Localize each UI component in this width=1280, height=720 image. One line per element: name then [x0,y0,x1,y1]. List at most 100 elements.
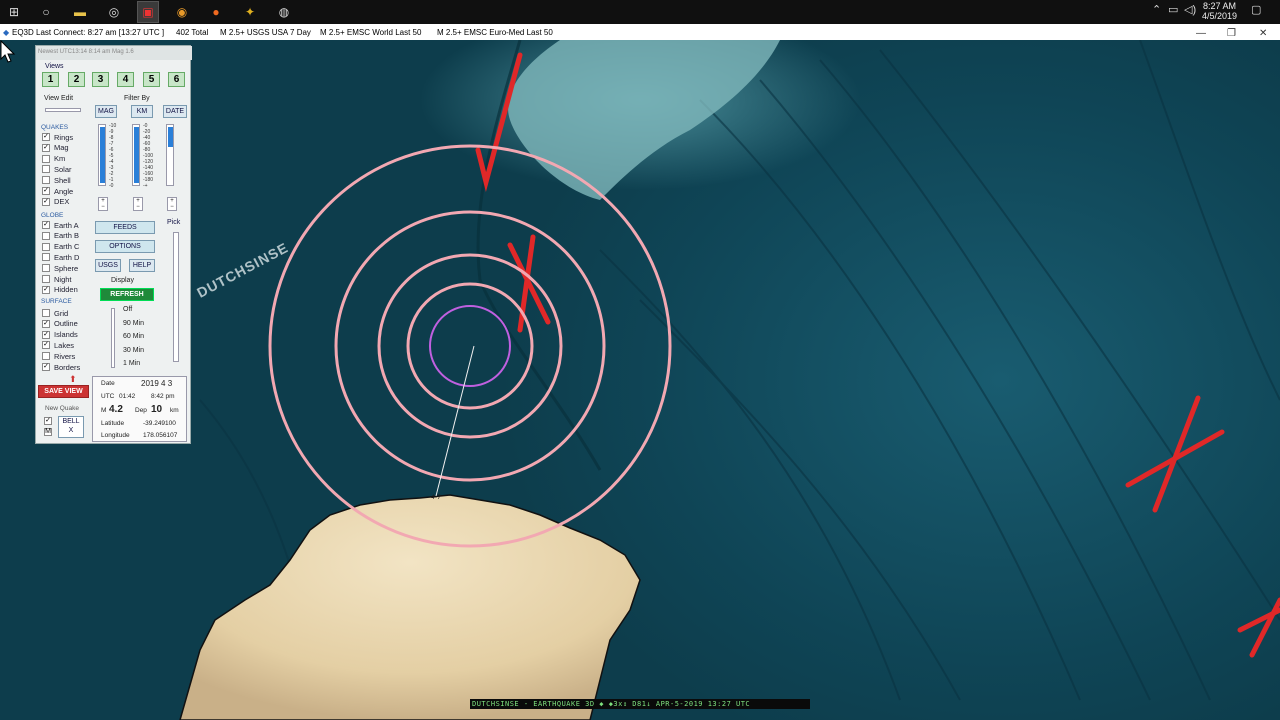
options-button[interactable]: OPTIONS [95,240,155,253]
checkbox-label: Grid [54,308,69,318]
checkbox[interactable]: ✓ [42,341,50,350]
date-filter-slider[interactable] [166,124,174,186]
checkbox[interactable]: ✓ [42,133,50,141]
close-icon[interactable]: ✕ [1259,28,1267,39]
surface-option-borders[interactable]: ✓ Borders [42,362,80,372]
feed-usgs[interactable]: M 2.5+ USGS USA 7 Day [220,28,311,37]
quakes-option-angle[interactable]: ✓ Angle [42,186,73,196]
checkbox[interactable]: ✓ [42,197,50,206]
clock[interactable]: 8:27 AM 4/5/2019 [1202,1,1237,21]
view-button-3[interactable]: 3 [92,72,109,87]
view-button-6[interactable]: 6 [168,72,185,87]
save-view-button[interactable]: SAVE VIEW [38,385,89,398]
game-icon[interactable]: ◉ [172,2,192,22]
network-icon[interactable]: ▭ [1168,3,1178,16]
surface-option-islands[interactable]: ✓ Islands [42,330,78,340]
quakes-option-shell[interactable]: Shell [42,175,71,185]
bell-button[interactable]: BELL X [58,416,84,438]
firefox-icon[interactable]: ● [206,2,226,22]
feeds-button[interactable]: FEEDS [95,221,155,234]
usgs-button[interactable]: USGS [95,259,121,272]
globe-option-sphere[interactable]: Sphere [42,263,78,273]
tool-icon[interactable]: ✦ [240,2,260,22]
globe-option-earth-d[interactable]: Earth D [42,252,79,262]
latitude-label: Latitude [101,420,125,427]
view-edit-slider[interactable] [45,108,81,112]
start-icon[interactable]: ⊞ [4,2,24,22]
globe-icon[interactable]: ◍ [274,2,294,22]
km-plus-minus[interactable]: + − [133,197,143,211]
checkbox[interactable]: ✓ [42,285,50,294]
date-value: 2019 4 3 [141,379,173,388]
globe-option-earth-c[interactable]: Earth C [42,242,79,252]
mag-filter-slider[interactable] [98,124,106,186]
globe-option-hidden[interactable]: ✓ Hidden [42,285,78,295]
quakes-option-solar[interactable]: Solar [42,164,72,174]
filter-mag-button[interactable]: MAG [95,105,117,118]
display-slider[interactable] [111,308,115,368]
filter-km-button[interactable]: KM [131,105,153,118]
surface-option-lakes[interactable]: ✓ Lakes [42,340,74,350]
view-button-2[interactable]: 2 [68,72,85,87]
display-option-3[interactable]: 30 Min [123,347,144,354]
checkbox-label: Hidden [54,285,78,295]
checkbox[interactable]: ✓ [42,363,50,371]
quakes-option-km[interactable]: Km [42,154,65,164]
file-explorer-icon[interactable]: ▬ [70,2,90,22]
checkbox[interactable]: ✓ [42,319,50,328]
help-button[interactable]: HELP [129,259,155,272]
checkbox[interactable]: ✓ [42,143,50,152]
checkbox[interactable] [42,352,50,361]
view-button-4[interactable]: 4 [117,72,134,87]
checkbox[interactable]: ✓ [42,221,50,229]
checkbox[interactable] [42,165,50,174]
filter-date-button[interactable]: DATE [163,105,187,118]
filter-by-label: Filter By [124,95,150,102]
volume-icon[interactable]: ◁) [1184,3,1196,16]
search-icon[interactable]: ○ [36,2,56,22]
minimize-icon[interactable]: — [1196,28,1206,39]
checkbox[interactable] [42,176,50,185]
refresh-button[interactable]: REFRESH [100,288,154,301]
surface-option-grid[interactable]: Grid [42,308,68,318]
app-name: EQ3D [12,28,34,37]
map-view[interactable]: 4-7 DUTCHSINSE [0,40,1280,720]
quakes-option-mag[interactable]: ✓ Mag [42,143,69,153]
view-button-5[interactable]: 5 [143,72,160,87]
chevron-up-icon[interactable]: ⌃ [1152,3,1161,16]
display-option-4[interactable]: 1 Min [123,360,140,367]
checkbox[interactable] [42,242,50,251]
checkbox[interactable] [42,253,50,262]
km-filter-slider[interactable] [132,124,140,186]
feed-emsc-world[interactable]: M 2.5+ EMSC World Last 50 [320,28,421,37]
checkbox[interactable]: ✓ [42,187,50,195]
checkbox[interactable] [42,154,50,163]
checkbox[interactable] [42,275,50,283]
dep-value: 10 [151,404,163,415]
display-option-2[interactable]: 60 Min [123,333,144,340]
display-option-1[interactable]: 90 Min [123,320,144,327]
globe-option-night[interactable]: Night [42,274,72,284]
new-quake-checkbox-2[interactable]: M [44,428,52,436]
surface-option-rivers[interactable]: Rivers [42,351,75,361]
display-option-0[interactable]: Off [123,306,132,313]
app-icon[interactable]: ◎ [104,2,124,22]
view-button-1[interactable]: 1 [42,72,59,87]
quakes-option-rings[interactable]: ✓ Rings [42,132,73,142]
new-quake-checkbox[interactable]: ✓ [44,417,52,425]
surface-option-outline[interactable]: ✓ Outline [42,319,78,329]
feed-emsc-euromed[interactable]: M 2.5+ EMSC Euro-Med Last 50 [437,28,553,37]
quakes-option-dex[interactable]: ✓ DEX [42,197,69,207]
globe-option-earth-a[interactable]: ✓ Earth A [42,220,79,230]
checkbox[interactable]: ✓ [42,330,50,339]
mag-plus-minus[interactable]: + − [98,197,108,211]
restore-icon[interactable]: ❐ [1227,28,1236,39]
checkbox[interactable] [42,264,50,273]
checkbox[interactable] [42,231,50,240]
pick-slider[interactable] [173,232,179,362]
eq3d-icon[interactable]: ▣ [137,1,159,23]
checkbox[interactable] [42,309,50,317]
globe-option-earth-b[interactable]: Earth B [42,231,79,241]
date-plus-minus[interactable]: + − [167,197,177,211]
notification-icon[interactable]: ▢ [1251,3,1261,16]
